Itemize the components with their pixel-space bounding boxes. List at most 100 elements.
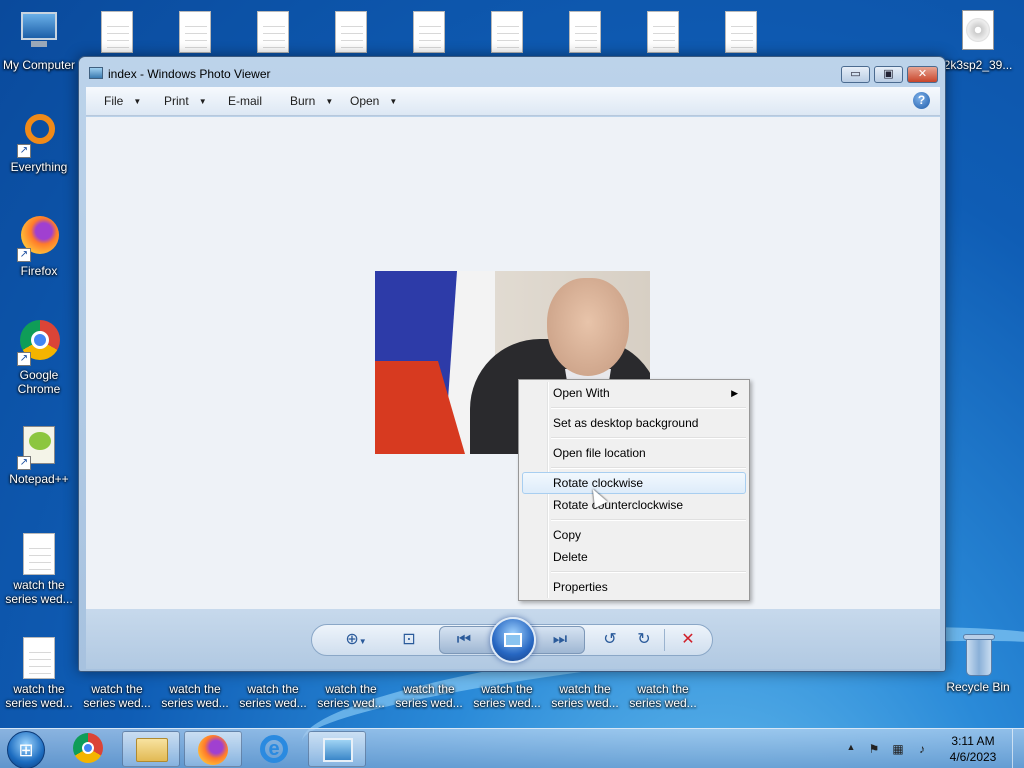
shortcut-arrow-icon: ↗ bbox=[17, 352, 31, 366]
icon-label: watch the bbox=[169, 682, 221, 696]
icon-label: 2k3sp2_39... bbox=[943, 58, 1013, 72]
show-hidden-icons-icon[interactable]: ▲ bbox=[843, 742, 859, 756]
desktop-doc-icon[interactable] bbox=[235, 8, 311, 56]
desktop-icon-google-chrome[interactable]: ↗ Google Chrome bbox=[1, 318, 77, 396]
menu-file[interactable]: File ▼ bbox=[104, 94, 141, 108]
firefox-icon: ↗ bbox=[15, 214, 63, 262]
next-button[interactable]: ⏭ bbox=[548, 629, 572, 651]
maximize-button[interactable]: ▣ bbox=[874, 66, 903, 83]
desktop-icon-everything[interactable]: ↗ Everything bbox=[1, 110, 77, 174]
desktop-doc-icon[interactable] bbox=[391, 8, 467, 56]
icon-label: watch the bbox=[13, 578, 65, 592]
context-separator bbox=[551, 467, 746, 469]
photo-person-head bbox=[547, 278, 629, 376]
desktop-icon-my-computer[interactable]: My Computer bbox=[1, 8, 77, 72]
desktop-icon-watch-the-series[interactable]: watch the series wed... bbox=[1, 634, 77, 710]
menu-file-label: File bbox=[104, 94, 124, 108]
context-delete[interactable]: Delete bbox=[522, 546, 746, 568]
menu-burn-label: Burn bbox=[290, 94, 316, 108]
rotate-counterclockwise-button[interactable]: ↺ bbox=[598, 629, 622, 651]
context-properties[interactable]: Properties bbox=[522, 576, 746, 598]
help-icon[interactable]: ? bbox=[913, 92, 930, 109]
desktop-doc-icon[interactable] bbox=[313, 8, 389, 56]
desktop-icon-iso-file[interactable]: 2k3sp2_39... bbox=[938, 8, 1018, 72]
icon-label: watch the bbox=[559, 682, 611, 696]
desktop-icon-notepadpp[interactable]: ↗ Notepad++ bbox=[1, 422, 77, 486]
icon-label: Everything bbox=[10, 160, 68, 174]
window-titlebar[interactable]: index - Windows Photo Viewer ▭ ▣ ✕ bbox=[79, 57, 945, 87]
icon-label: watch the bbox=[637, 682, 689, 696]
rotate-counterclockwise-icon: ↺ bbox=[603, 631, 617, 648]
shortcut-arrow-icon: ↗ bbox=[17, 248, 31, 262]
shortcut-arrow-icon: ↗ bbox=[17, 456, 31, 470]
menu-print[interactable]: Print ▼ bbox=[164, 94, 207, 108]
computer-icon bbox=[15, 8, 63, 56]
icon-label: Firefox bbox=[20, 264, 58, 278]
menu-burn[interactable]: Burn ▼ bbox=[290, 94, 333, 108]
action-center-icon[interactable]: ⚑ bbox=[866, 742, 882, 756]
minimize-button[interactable]: ▭ bbox=[841, 66, 870, 83]
icon-label: series wed... bbox=[239, 696, 307, 710]
context-rotate-clockwise[interactable]: Rotate clockwise bbox=[522, 472, 746, 494]
close-button[interactable]: ✕ bbox=[907, 66, 938, 83]
rotate-clockwise-button[interactable]: ↻ bbox=[632, 629, 656, 651]
start-button[interactable]: ⊞ bbox=[7, 731, 45, 768]
slideshow-button[interactable] bbox=[490, 617, 536, 663]
context-open-file-location[interactable]: Open file location bbox=[522, 442, 746, 464]
network-icon[interactable]: ▦ bbox=[890, 742, 906, 756]
context-copy[interactable]: Copy bbox=[522, 524, 746, 546]
photo-viewer-window: index - Windows Photo Viewer ▭ ▣ ✕ File ▼… bbox=[78, 56, 946, 672]
previous-button[interactable]: ⏮ bbox=[452, 629, 476, 651]
clock-time: 3:11 AM bbox=[951, 734, 995, 748]
menu-email[interactable]: E-mail bbox=[228, 94, 262, 108]
icon-label: My Computer bbox=[2, 58, 76, 72]
image-viewport[interactable] bbox=[86, 117, 940, 609]
chevron-right-icon: ▶ bbox=[731, 388, 738, 398]
context-menu: Open With ▶ Set as desktop background Op… bbox=[518, 379, 750, 601]
menu-open[interactable]: Open ▼ bbox=[350, 94, 397, 108]
zoom-button[interactable]: ⊕▼ bbox=[339, 629, 373, 651]
taskbar-clock[interactable]: 3:11 AM 4/6/2023 bbox=[940, 733, 1006, 765]
desktop-doc-icon[interactable] bbox=[703, 8, 779, 56]
document-icon bbox=[23, 533, 55, 575]
taskbar-chrome[interactable] bbox=[60, 731, 118, 767]
desktop-doc-icon[interactable] bbox=[547, 8, 623, 56]
icon-label: series wed... bbox=[629, 696, 697, 710]
delete-button[interactable]: ✕ bbox=[676, 629, 700, 651]
desktop-icon-recycle-bin[interactable]: Recycle Bin bbox=[938, 630, 1018, 694]
taskbar-file-explorer[interactable] bbox=[122, 731, 180, 767]
taskbar-firefox[interactable] bbox=[184, 731, 242, 767]
context-separator bbox=[551, 519, 746, 521]
chevron-down-icon: ▼ bbox=[389, 97, 398, 106]
context-open-with[interactable]: Open With ▶ bbox=[522, 382, 746, 404]
document-icon bbox=[23, 637, 55, 679]
show-desktop-button[interactable] bbox=[1012, 729, 1024, 768]
icon-label: watch the bbox=[403, 682, 455, 696]
taskbar-internet-explorer[interactable]: e bbox=[246, 731, 304, 767]
chrome-icon-center bbox=[82, 742, 94, 754]
context-separator bbox=[551, 571, 746, 573]
volume-icon[interactable]: ♪ bbox=[914, 742, 930, 756]
window-title: index - Windows Photo Viewer bbox=[108, 67, 271, 81]
icon-label: series wed... bbox=[473, 696, 541, 710]
context-separator bbox=[551, 437, 746, 439]
context-set-desktop-background[interactable]: Set as desktop background bbox=[522, 412, 746, 434]
folder-icon bbox=[136, 738, 168, 762]
context-separator bbox=[551, 407, 746, 409]
taskbar-photo-viewer[interactable] bbox=[308, 731, 366, 767]
desktop-icon-watch-the-series[interactable]: watch the series wed... bbox=[1, 530, 77, 606]
disc-image-icon bbox=[954, 8, 1002, 56]
desktop-doc-icon[interactable] bbox=[157, 8, 233, 56]
icon-label: watch the bbox=[325, 682, 377, 696]
desktop-doc-icon[interactable] bbox=[79, 8, 155, 56]
menu-print-label: Print bbox=[164, 94, 189, 108]
viewer-controls-bar: ⊕▼ ⊡ ⏮ ⏭ ↺ ↻ ✕ bbox=[86, 609, 940, 669]
desktop-doc-icon[interactable] bbox=[625, 8, 701, 56]
desktop-icon-firefox[interactable]: ↗ Firefox bbox=[1, 214, 77, 278]
actual-size-button[interactable]: ⊡ bbox=[397, 629, 421, 651]
desktop-doc-icon[interactable] bbox=[469, 8, 545, 56]
context-rotate-counterclockwise[interactable]: Rotate counterclockwise bbox=[522, 494, 746, 516]
menu-email-label: E-mail bbox=[228, 94, 263, 108]
shortcut-arrow-icon: ↗ bbox=[17, 144, 31, 158]
photo-viewer-icon bbox=[323, 738, 353, 762]
